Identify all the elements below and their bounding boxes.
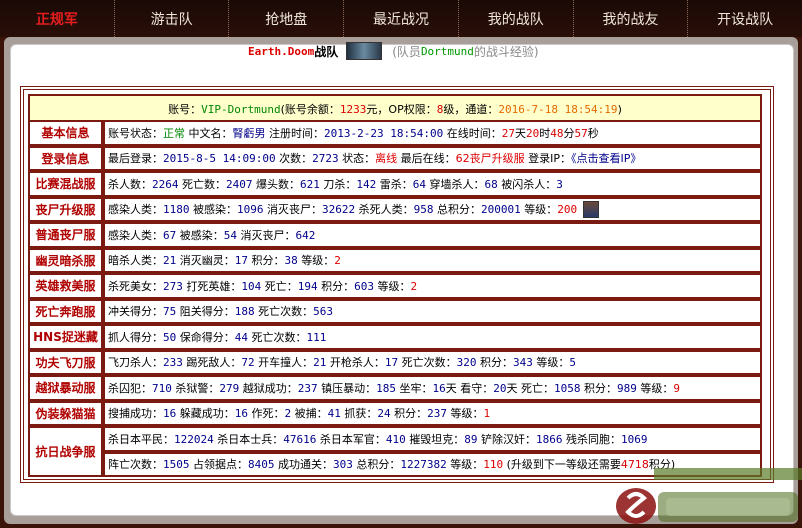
row-label-ghost: 幽灵暗杀服	[28, 247, 103, 273]
row-label-zombie-normal: 普通丧尸服	[28, 222, 103, 248]
table-row: 基本信息 账号状态：正常 中文名：腎虧男 注册时间：2013-2-23 18:5…	[28, 120, 762, 146]
op-level: 8	[436, 102, 444, 116]
row-hns-stats: 抓人得分：50 保命得分：44 死亡次数：111	[103, 324, 762, 350]
table-row: 功夫飞刀服 飞刀杀人：233 踢死敌人：72 开车撞人：21 开枪杀人：17 死…	[28, 349, 762, 375]
table-row: 抗日战争服 杀日本平民：122024 杀日本士兵：47616 杀日本军官：410…	[28, 426, 762, 477]
row-hero-stats: 杀死美女：273 打死英雄：104 死亡：194 积分：603 等级：2	[103, 273, 762, 299]
team-name: Earth.Doom	[248, 44, 315, 58]
account-name: VIP-Dortmund	[201, 102, 281, 116]
row-kungfu-stats: 飞刀杀人：233 踢死敌人：72 开车撞人：21 开枪杀人：17 死亡次数：32…	[103, 349, 762, 375]
nav-tab-my-team[interactable]: 我的战队	[459, 0, 574, 37]
chinese-name: 腎虧男	[232, 126, 266, 140]
row-prison-stats: 杀囚犯：710 杀狱警：279 越狱成功：237 镇压暴动：185 坐牢：16天…	[103, 375, 762, 401]
table-row: 幽灵暗杀服 暗杀人类：21 消灭幽灵：17 积分：38 等级：2	[28, 247, 762, 273]
table-row: 登录信息 最后登录：2015-8-5 14:09:00 次数：2723 状态：离…	[28, 145, 762, 171]
row-zombie-normal-stats: 感染人类：67 被感染：54 消灭丧尸：642	[103, 222, 762, 248]
team-member-name: Dortmund	[420, 44, 474, 58]
row-death-run-stats: 冲关得分：75 阻关得分：188 死亡次数：563	[103, 298, 762, 324]
account-balance: 1233	[339, 102, 367, 116]
balance-label: (账号余额：	[280, 103, 340, 116]
account-label: 账号：	[168, 103, 202, 116]
player-stats-table: 基本信息 账号状态：正常 中文名：腎虧男 注册时间：2013-2-23 18:5…	[28, 120, 762, 477]
online-state: 离线	[375, 152, 398, 166]
nav-tab-my-teammates[interactable]: 我的战友	[574, 0, 689, 37]
row-ghost-stats: 暗杀人类：21 消灭幽灵：17 积分：38 等级：2	[103, 247, 762, 273]
top-nav: 正规军 游击队 抢地盘 最近战况 我的战队 我的战友 开设战队	[0, 0, 802, 37]
op-label: 元，OP权限：	[366, 103, 437, 116]
last-server: 62丧尸升级服	[455, 152, 525, 166]
table-row: 丧尸升级服 感染人类：1180 被感染：1096 消灭丧尸：32622 杀死人类…	[28, 196, 762, 222]
team-header: Earth.Doom 战队 (队员 Dortmund 的战斗经验)	[248, 42, 539, 60]
channel-label: 级，通道：	[443, 103, 499, 116]
row-label-zombie-upgrade: 丧尸升级服	[28, 196, 103, 222]
row-basic-info: 账号状态：正常 中文名：腎虧男 注册时间：2013-2-23 18:54:00 …	[103, 120, 762, 146]
row-label-hero: 英雄救美服	[28, 273, 103, 299]
row-disguise-stats: 搜捕成功：16 躲藏成功：16 作死：2 被捕：41 抓获：24 积分：237 …	[103, 400, 762, 426]
team-desc-suffix: 的战斗经验)	[473, 44, 539, 59]
row-login-info: 最后登录：2015-8-5 14:09:00 次数：2723 状态：离线 最后在…	[103, 145, 762, 171]
team-name-suffix: 战队	[314, 44, 339, 59]
row-zombie-upgrade-stats: 感染人类：1180 被感染：1096 消灭丧尸：32622 杀死人类：958 总…	[103, 196, 762, 222]
account-status: 正常	[163, 126, 185, 140]
row-match-stats: 杀人数：2264 死亡数：2407 爆头数：621 刀杀：142 雷杀：64 穿…	[103, 171, 762, 197]
nav-tab-recent-battles[interactable]: 最近战况	[344, 0, 459, 37]
table-row: 普通丧尸服 感染人类：67 被感染：54 消灭丧尸：642	[28, 222, 762, 248]
table-row: 越狱暴动服 杀囚犯：710 杀狱警：279 越狱成功：237 镇压暴动：185 …	[28, 375, 762, 401]
nav-tab-territory[interactable]: 抢地盘	[229, 0, 345, 37]
nav-tab-guerrilla[interactable]: 游击队	[115, 0, 230, 37]
nav-tab-create-team[interactable]: 开设战队	[688, 0, 802, 37]
table-row: 英雄救美服 杀死美女：273 打死英雄：104 死亡：194 积分：603 等级…	[28, 273, 762, 299]
row-label-war: 抗日战争服	[28, 426, 103, 477]
row-label-basic: 基本信息	[28, 120, 103, 146]
table-row: 伪装躲猫猫 搜捕成功：16 躲藏成功：16 作死：2 被捕：41 抓获：24 积…	[28, 400, 762, 426]
row-label-kungfu: 功夫飞刀服	[28, 349, 103, 375]
last-login-time: 2015-8-5 14:09:00	[163, 152, 276, 166]
view-ip-link[interactable]: 《点击查看IP》	[571, 152, 641, 165]
row-label-match: 比赛混战服	[28, 171, 103, 197]
rank-avatar-icon	[583, 201, 600, 218]
channel-time: 2016-7-18 18:54:19	[498, 102, 618, 116]
register-time: 2013-2-23 18:54:00	[324, 126, 444, 140]
account-close: )	[617, 102, 622, 116]
team-desc-prefix: (队员	[392, 44, 421, 59]
row-label-hns: HNS捉迷藏	[28, 324, 103, 350]
site-watermark-logo	[616, 468, 802, 524]
row-label-death-run: 死亡奔跑服	[28, 298, 103, 324]
table-row: 死亡奔跑服 冲关得分：75 阻关得分：188 死亡次数：563	[28, 298, 762, 324]
row-label-login: 登录信息	[28, 145, 103, 171]
row-label-prison: 越狱暴动服	[28, 375, 103, 401]
nav-tab-regular-army[interactable]: 正规军	[0, 0, 115, 37]
team-logo-image	[346, 42, 383, 60]
table-row: HNS捉迷藏 抓人得分：50 保命得分：44 死亡次数：111	[28, 324, 762, 350]
row-war-stats-1: 杀日本平民：122024 杀日本士兵：47616 杀日本军官：410 摧毁坦克：…	[103, 426, 762, 452]
row-label-disguise: 伪装躲猫猫	[28, 400, 103, 426]
table-row: 比赛混战服 杀人数：2264 死亡数：2407 爆头数：621 刀杀：142 雷…	[28, 171, 762, 197]
